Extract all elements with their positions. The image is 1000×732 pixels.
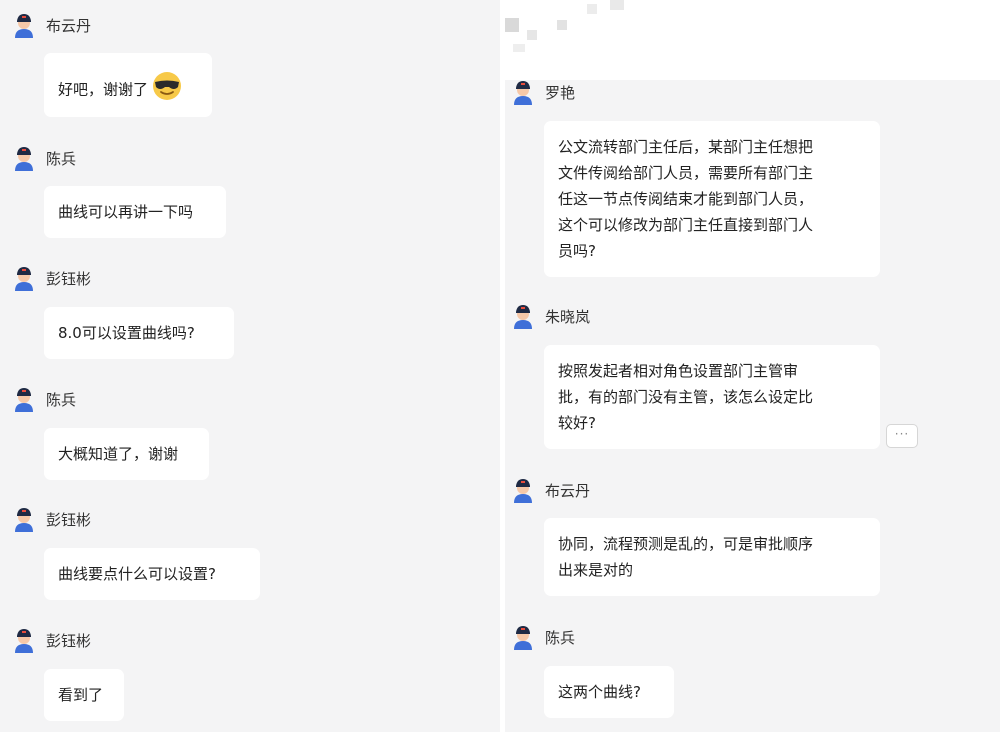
avatar-icon[interactable]	[12, 145, 36, 171]
message-sender: 陈兵	[12, 386, 76, 412]
message-line: 公文流转部门主任后，某部门主任想把	[558, 138, 814, 156]
sender-name: 陈兵	[545, 628, 576, 647]
message-bubble[interactable]: 大概知道了，谢谢	[44, 428, 209, 480]
message-line: 较好?	[558, 414, 596, 432]
sender-name: 陈兵	[46, 390, 77, 409]
avatar-icon[interactable]	[12, 265, 36, 291]
message-sender: 彭钰彬	[12, 627, 91, 653]
avatar-icon[interactable]	[12, 12, 36, 38]
message-bubble[interactable]: 8.0可以设置曲线吗?	[44, 307, 234, 359]
sender-name: 布云丹	[545, 481, 591, 500]
message-bubble[interactable]: 按照发起者相对角色设置部门主管审 批，有的部门没有主管，该怎么设定比 较好?	[544, 345, 880, 449]
sunglasses-emoji-icon	[152, 71, 182, 109]
message-sender: 彭钰彬	[12, 506, 91, 532]
message-line: 批，有的部门没有主管，该怎么设定比	[558, 388, 814, 406]
more-options-button[interactable]: ···	[886, 424, 918, 448]
message-line: 员吗?	[558, 242, 596, 260]
avatar-icon[interactable]	[511, 624, 535, 650]
message-bubble[interactable]: 好吧，谢谢了	[44, 53, 212, 117]
message-sender: 陈兵	[12, 145, 76, 171]
message-bubble[interactable]: 公文流转部门主任后，某部门主任想把 文件传阅给部门人员，需要所有部门主 任这一节…	[544, 121, 880, 277]
sender-name: 朱晓岚	[545, 307, 591, 326]
message-text: 好吧，谢谢了	[58, 80, 149, 99]
message-line: 文件传阅给部门人员，需要所有部门主	[558, 164, 814, 182]
message-bubble[interactable]: 协同，流程预测是乱的，可是审批顺序 出来是对的	[544, 518, 880, 596]
message-sender: 布云丹	[12, 12, 91, 38]
sender-name: 彭钰彬	[46, 269, 92, 288]
sender-name: 陈兵	[46, 149, 77, 168]
avatar-icon[interactable]	[12, 627, 36, 653]
sender-name: 彭钰彬	[46, 510, 92, 529]
blurred-header	[505, 0, 1000, 80]
avatar-icon[interactable]	[511, 303, 535, 329]
message-bubble[interactable]: 这两个曲线?	[544, 666, 674, 718]
avatar-icon[interactable]	[12, 506, 36, 532]
message-sender: 布云丹	[511, 477, 590, 503]
message-sender: 罗艳	[511, 79, 575, 105]
message-line: 按照发起者相对角色设置部门主管审	[558, 362, 799, 380]
avatar-icon[interactable]	[12, 386, 36, 412]
message-line: 这两个曲线?	[558, 683, 641, 701]
message-bubble[interactable]: 曲线可以再讲一下吗	[44, 186, 226, 238]
avatar-icon[interactable]	[511, 477, 535, 503]
message-text: 看到了	[58, 686, 104, 704]
message-text: 曲线可以再讲一下吗	[58, 203, 194, 221]
message-line: 出来是对的	[558, 561, 634, 579]
message-line: 任这一节点传阅结束才能到部门人员，	[558, 190, 814, 208]
sender-name: 罗艳	[545, 83, 576, 102]
message-sender: 陈兵	[511, 624, 575, 650]
message-line: 协同，流程预测是乱的，可是审批顺序	[558, 535, 814, 553]
sender-name: 布云丹	[46, 16, 92, 35]
message-text: 曲线要点什么可以设置?	[58, 565, 216, 583]
avatar-icon[interactable]	[511, 79, 535, 105]
message-sender: 朱晓岚	[511, 303, 590, 329]
message-bubble[interactable]: 曲线要点什么可以设置?	[44, 548, 260, 600]
message-text: 大概知道了，谢谢	[58, 445, 179, 463]
sender-name: 彭钰彬	[46, 631, 92, 650]
message-line: 这个可以修改为部门主任直接到部门人	[558, 216, 814, 234]
message-text: 8.0可以设置曲线吗?	[58, 324, 195, 342]
message-bubble[interactable]: 看到了	[44, 669, 124, 721]
message-sender: 彭钰彬	[12, 265, 91, 291]
